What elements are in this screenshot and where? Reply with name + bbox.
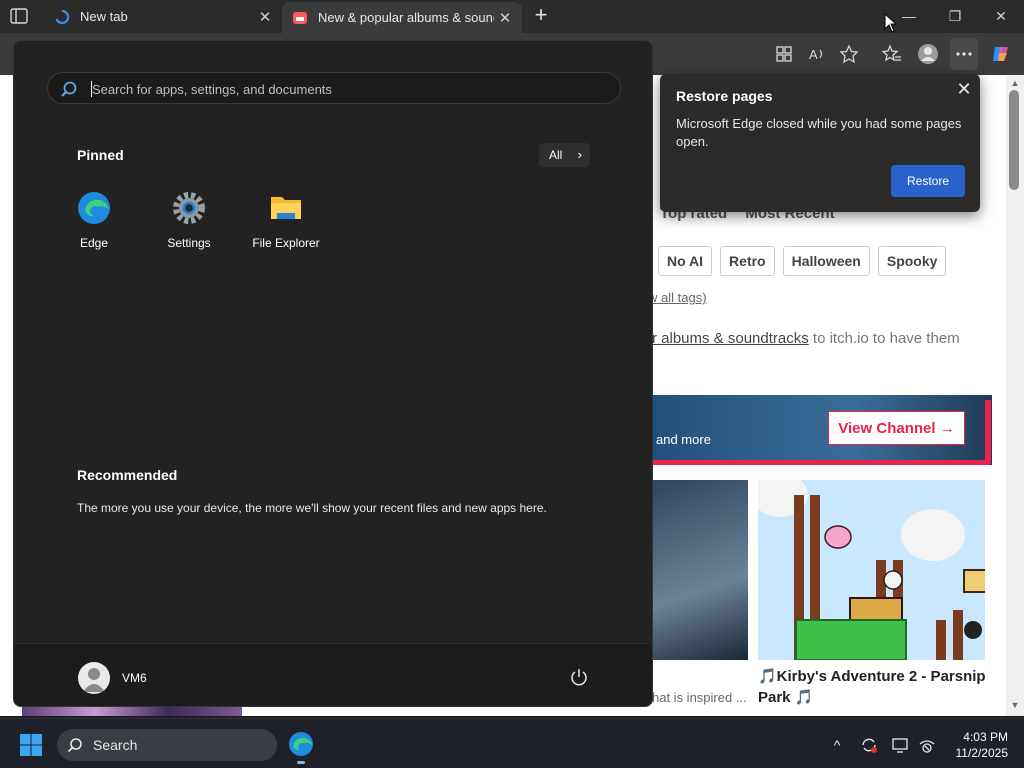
edge-taskbar-icon[interactable]	[288, 731, 314, 757]
tab-new-tab[interactable]: New tab ✕	[44, 0, 282, 33]
search-icon	[61, 81, 77, 97]
display-icon[interactable]	[891, 736, 909, 754]
scrollbar-thumb[interactable]	[1009, 90, 1019, 190]
tab-close-icon[interactable]: ✕	[494, 9, 516, 27]
banner-accent-bottom	[652, 460, 990, 465]
scroll-down-icon[interactable]: ▼	[1008, 700, 1022, 712]
start-search-box[interactable]	[47, 72, 621, 104]
thumbnail-strip	[22, 706, 242, 716]
view-all-tags-link[interactable]: w all tags)	[648, 290, 707, 305]
itch-favicon-icon	[293, 11, 307, 24]
more-icon[interactable]	[953, 43, 975, 65]
app-label: Edge	[79, 236, 109, 250]
recommended-heading: Recommended	[77, 467, 178, 483]
tab-title: New & popular albums & soundtracks	[318, 10, 494, 25]
tab-title: New tab	[80, 9, 128, 24]
restore-title: Restore pages	[676, 88, 773, 104]
search-icon	[67, 738, 82, 753]
tab-actions-icon[interactable]	[10, 8, 28, 24]
kirby-album-thumbnail[interactable]	[758, 480, 985, 660]
clock-time: 4:03 PM	[963, 730, 1008, 744]
edge-icon	[78, 192, 110, 224]
settings-gear-icon	[173, 192, 205, 224]
tab-albums[interactable]: New & popular albums & soundtracks ✕	[282, 2, 522, 33]
svg-text:A: A	[809, 47, 818, 62]
all-apps-label: All	[549, 148, 563, 162]
power-icon[interactable]	[570, 668, 588, 686]
start-menu: Pinned All › Edge Settings File Explorer…	[13, 40, 653, 707]
album-caption-kirby[interactable]: 🎵Kirby's Adventure 2 - Parsnip Park 🎵	[758, 666, 988, 708]
banner-text: and more	[656, 432, 711, 447]
pinned-app-edge[interactable]: Edge	[49, 191, 139, 250]
sync-icon[interactable]	[860, 736, 878, 754]
taskbar-search-label: Search	[93, 737, 138, 753]
taskbar: Search ^ 4:03 PM 11/2/2025	[0, 718, 1024, 768]
submit-text: to itch.io to have them	[808, 330, 960, 347]
banner-accent-side	[985, 400, 991, 464]
close-icon[interactable]: ✕	[955, 80, 973, 98]
new-tab-button[interactable]: +	[530, 4, 552, 26]
edge-favicon-icon	[55, 9, 70, 24]
windows-start-icon[interactable]	[19, 733, 43, 757]
active-app-indicator	[297, 761, 305, 764]
album-caption-left[interactable]: hat is inspired ...	[652, 690, 747, 705]
pinned-app-settings[interactable]: Settings	[144, 191, 234, 250]
favorites-icon[interactable]	[881, 43, 903, 65]
recommended-text: The more you use your device, the more w…	[77, 501, 547, 515]
user-name[interactable]: VM6	[122, 671, 147, 685]
apps-icon[interactable]	[773, 43, 795, 65]
pinned-app-file-explorer[interactable]: File Explorer	[241, 191, 331, 250]
maximize-icon[interactable]: ❐	[940, 6, 970, 26]
minimize-icon[interactable]: —	[894, 6, 924, 26]
title-bar: New tab ✕ New & popular albums & soundtr…	[0, 0, 1024, 33]
view-channel-button[interactable]: View Channel →	[828, 411, 965, 445]
kirby-artwork	[758, 480, 985, 660]
copilot-icon[interactable]	[990, 43, 1012, 65]
read-aloud-icon[interactable]: A	[806, 43, 828, 65]
pinned-heading: Pinned	[77, 147, 124, 163]
system-clock[interactable]: 4:03 PM 11/2/2025	[948, 729, 1009, 761]
restore-message: Microsoft Edge closed while you had some…	[676, 116, 962, 149]
text-caret	[91, 81, 92, 97]
network-status-icon[interactable]	[918, 736, 936, 754]
window-close-icon[interactable]: ✕	[986, 6, 1016, 26]
tag-retro[interactable]: Retro	[720, 246, 775, 276]
tag-spooky[interactable]: Spooky	[877, 246, 947, 276]
restore-button[interactable]: Restore	[891, 165, 965, 197]
folder-icon	[271, 197, 301, 219]
tag-halloween[interactable]: Halloween	[782, 246, 870, 276]
favorite-star-icon[interactable]	[838, 43, 860, 65]
tab-close-icon[interactable]: ✕	[254, 8, 276, 26]
restore-pages-popup: Restore pages ✕ Microsoft Edge closed wh…	[660, 74, 980, 212]
search-input[interactable]	[90, 79, 610, 99]
app-label: Settings	[167, 236, 211, 250]
submit-line: r albums & soundtracks to itch.io to hav…	[652, 330, 960, 347]
taskbar-search[interactable]: Search	[57, 729, 277, 761]
user-icon	[83, 668, 105, 692]
tag-no-ai[interactable]: No AI	[658, 246, 713, 276]
chevron-right-icon: ›	[577, 147, 582, 162]
all-apps-button[interactable]: All ›	[539, 143, 590, 167]
album-thumbnail[interactable]	[652, 480, 748, 660]
mouse-cursor-icon	[884, 13, 896, 33]
clock-date: 11/2/2025	[955, 746, 1009, 760]
profile-icon[interactable]	[917, 43, 939, 65]
avatar[interactable]	[78, 662, 110, 694]
submit-albums-link[interactable]: r albums & soundtracks	[652, 330, 809, 347]
show-hidden-icons-chevron-icon[interactable]: ^	[828, 736, 846, 754]
tag-row: No AI Retro Halloween Spooky	[658, 246, 947, 276]
app-label: File Explorer	[252, 236, 320, 250]
start-footer: VM6	[14, 643, 652, 706]
scroll-up-icon[interactable]: ▲	[1008, 78, 1022, 90]
